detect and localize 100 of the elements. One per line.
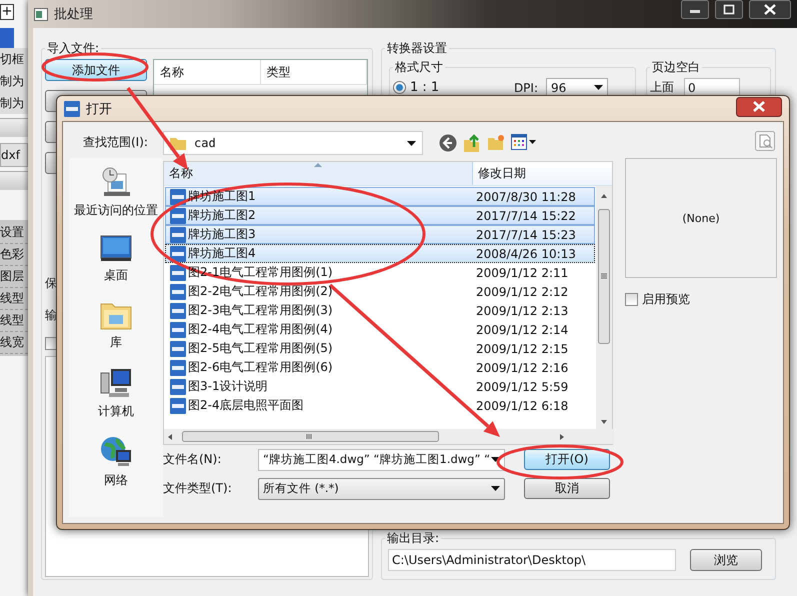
column-header[interactable]: 名称 [164, 162, 473, 185]
checkbox[interactable] [625, 293, 638, 306]
file-date: 2017/7/14 15:23 [475, 228, 576, 242]
file-icon [170, 188, 186, 204]
radio-button[interactable] [393, 81, 406, 94]
input-field[interactable]: C:\Users\Administrator\Desktop\ [388, 549, 676, 571]
menu-item[interactable]: 切框 [0, 48, 28, 70]
file-date: 2009/1/12 2:11 [475, 266, 568, 280]
file-date: 2009/1/12 2:16 [475, 360, 568, 374]
group-title: 导入文件: [46, 40, 100, 57]
checkbox-label: 启用预览 [642, 291, 690, 308]
file-row[interactable]: 图2-4底层电照平面图 2009/1/12 6:18 [165, 396, 595, 415]
horizontal-scrollbar[interactable] [164, 429, 614, 444]
file-name: 牌坊施工图4 [188, 245, 256, 262]
folder-select[interactable]: cad [163, 131, 423, 155]
file-icon [170, 246, 186, 262]
field-label: DPI: [514, 80, 538, 94]
preview-pane: (None) [625, 158, 777, 278]
place-item[interactable]: 桌面 [104, 267, 128, 284]
view-menu-icon[interactable] [511, 134, 537, 150]
place-item[interactable]: 库 [110, 334, 122, 351]
file-row[interactable]: 图2-6电气工程常用图例(6) 2009/1/12 2:16 [165, 358, 595, 377]
file-row[interactable]: 牌坊施工图4 2008/4/26 10:13 [165, 244, 595, 263]
place-item[interactable]: 网络 [104, 472, 128, 489]
file-row[interactable]: 牌坊施工图2 2017/7/14 15:22 [165, 206, 595, 225]
option-label: 输 [45, 307, 57, 324]
close-icon[interactable] [736, 97, 782, 117]
file-name: 图2-5电气工程常用图例(5) [188, 340, 333, 357]
file-icon [170, 378, 186, 394]
field-label: 文件名(N): [163, 451, 222, 468]
file-icon [170, 340, 186, 356]
close-icon[interactable] [749, 0, 791, 19]
column-header[interactable]: 类型 [260, 60, 367, 84]
toolbar-strip [0, 118, 28, 137]
add-button[interactable]: + [0, 4, 14, 20]
file-row[interactable]: 牌坊施工图3 2017/7/14 15:23 [165, 225, 595, 244]
format-tab[interactable]: dxf [0, 143, 28, 167]
window-title: 批处理 [54, 6, 93, 23]
recent-places-icon [100, 166, 132, 198]
file-row[interactable]: 图2-4电气工程常用图例(4) 2009/1/12 2:14 [165, 320, 595, 339]
place-item[interactable]: 最近访问的位置 [74, 202, 158, 219]
file-row[interactable]: 图2-2电气工程常用图例(2) 2009/1/12 2:12 [165, 282, 595, 301]
file-row[interactable]: 图2-5电气工程常用图例(5) 2009/1/12 2:15 [165, 339, 595, 358]
open-button[interactable]: 打开(O) [524, 449, 610, 470]
window-title: 打开 [86, 100, 112, 118]
back-icon[interactable] [439, 134, 457, 152]
caret-icon [491, 486, 500, 491]
file-name: 牌坊施工图2 [188, 207, 256, 224]
file-icon [170, 360, 186, 376]
file-date: 2009/1/12 5:59 [475, 380, 568, 394]
file-date: 2008/4/26 10:13 [475, 246, 576, 260]
app-icon [34, 8, 48, 20]
group-title: 格式尺寸 [394, 59, 444, 76]
minimize-icon[interactable] [681, 0, 709, 19]
menu-item[interactable]: 制为 [0, 92, 28, 114]
file-date: 2017/7/14 15:22 [475, 208, 576, 222]
vertical-scrollbar[interactable] [596, 186, 612, 430]
file-name: 图2-4底层电照平面图 [188, 397, 304, 414]
group-title: 输出目录: [386, 530, 440, 547]
place-item[interactable]: 计算机 [98, 403, 134, 420]
file-icon [170, 264, 186, 280]
dpi-select[interactable]: 96 [546, 78, 608, 98]
field-label: 上面 [650, 79, 674, 96]
file-date: 2009/1/12 2:14 [475, 322, 568, 336]
radio-label: 1 : 1 [410, 80, 440, 95]
file-icon [170, 302, 186, 318]
file-name-field[interactable]: “牌坊施工图4.dwg” “牌坊施工图1.dwg” “ [258, 448, 505, 470]
file-type-select[interactable]: 所有文件 (*.*) [258, 478, 505, 500]
file-name: 图2-2电气工程常用图例(2) [188, 283, 333, 300]
file-icon [170, 322, 186, 338]
browse-button[interactable]: 浏览 [690, 549, 762, 571]
computer-icon [100, 367, 132, 399]
file-row[interactable]: 图2-3电气工程常用图例(3) 2009/1/12 2:13 [165, 301, 595, 320]
maximize-icon[interactable] [715, 0, 743, 19]
file-icon [170, 398, 186, 414]
up-folder-icon[interactable] [463, 134, 481, 152]
file-name: 图2-6电气工程常用图例(6) [188, 359, 333, 376]
cancel-button[interactable]: 取消 [524, 478, 610, 499]
file-icon [170, 284, 186, 300]
file-name: 图2-4电气工程常用图例(4) [188, 321, 333, 338]
file-name: 牌坊施工图3 [188, 226, 256, 243]
file-date: 2009/1/12 6:18 [475, 398, 568, 412]
file-name: 图2-3电气工程常用图例(3) [188, 302, 333, 319]
file-date: 2009/1/12 2:13 [475, 304, 568, 318]
sort-caret-icon [314, 163, 322, 167]
column-header[interactable]: 名称 [154, 60, 260, 84]
group-title: 转换器设置 [386, 40, 448, 57]
field-label: 查找范围(I): [82, 134, 149, 151]
toolbar-strip [0, 171, 28, 190]
file-row[interactable]: 图3-1设计说明 2009/1/12 5:59 [165, 377, 595, 396]
desktop-icon [100, 235, 132, 263]
option-label: 保 [45, 275, 57, 292]
column-header[interactable]: 修改日期 [473, 162, 598, 185]
file-date: 2009/1/12 2:15 [475, 342, 568, 356]
menu-item[interactable]: 制为 [0, 70, 28, 92]
preview-icon[interactable] [755, 131, 775, 151]
group-title: 页边空白 [651, 59, 701, 76]
caret-icon [594, 85, 603, 90]
input-field[interactable]: 0 [684, 78, 740, 98]
file-date: 2007/8/30 11:28 [475, 190, 576, 204]
